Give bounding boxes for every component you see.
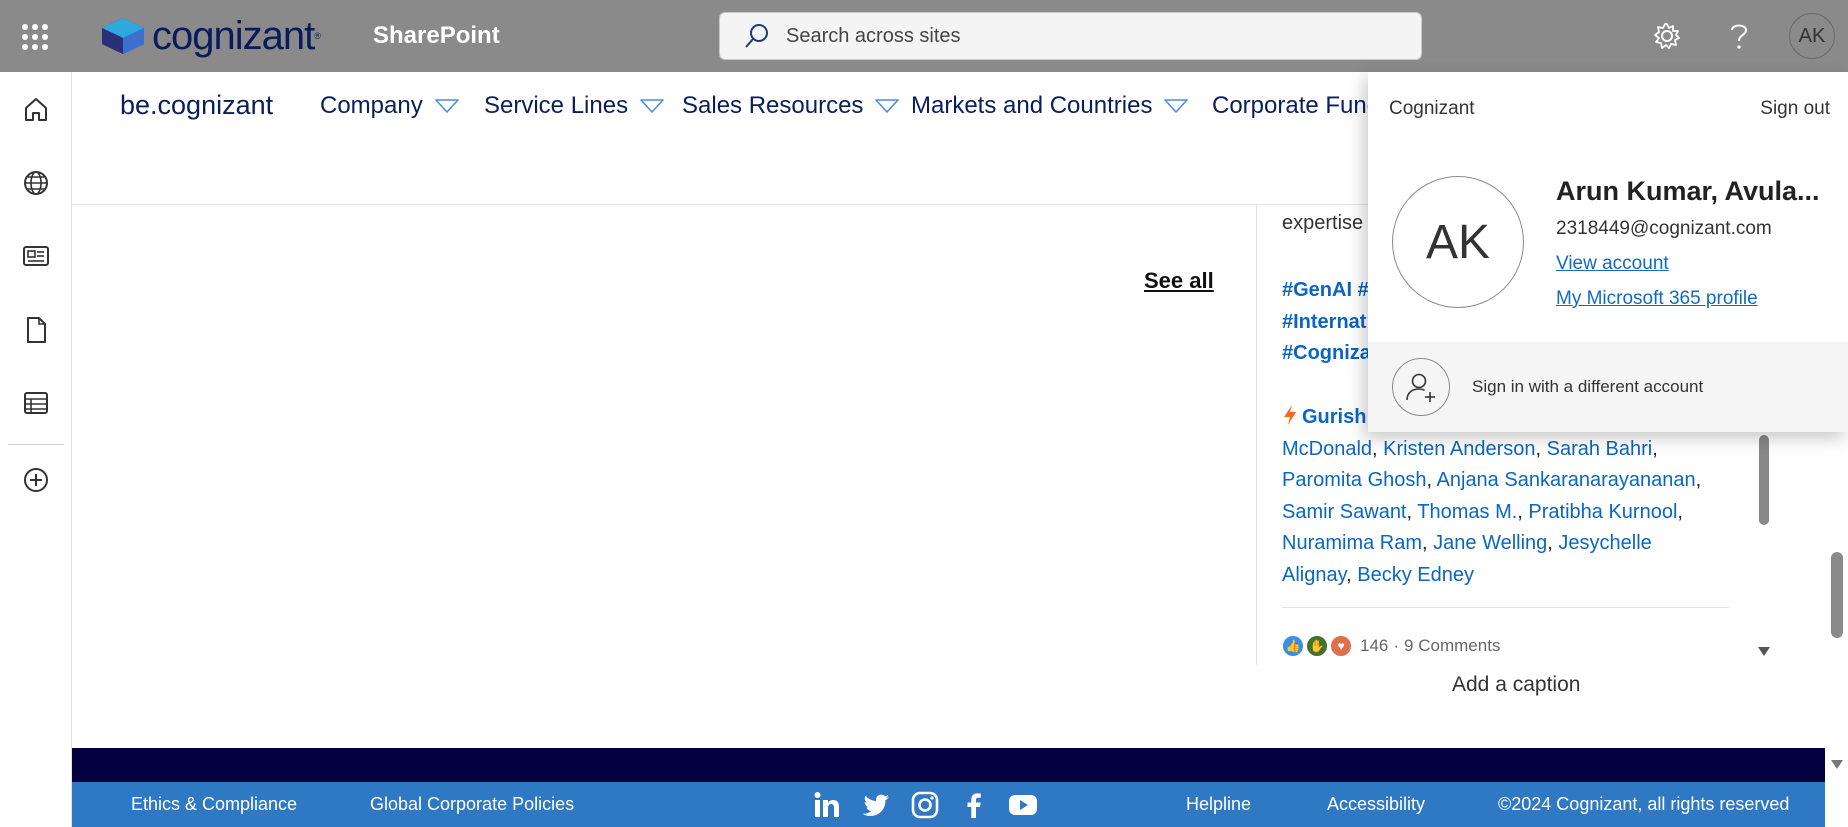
scroll-down-arrow-icon[interactable] — [1757, 645, 1771, 657]
cognizant-logo[interactable]: cognizant ® — [100, 14, 321, 58]
instagram-icon[interactable] — [910, 790, 940, 820]
cognizant-logo-mark-icon — [102, 18, 144, 54]
separator-dot: · — [1393, 636, 1400, 655]
nav-item-label: Company — [320, 92, 423, 119]
footer-link-policies[interactable]: Global Corporate Policies — [370, 794, 574, 815]
celebrate-reaction-icon: ✋ — [1306, 635, 1328, 657]
app-bar — [0, 72, 72, 827]
help-question-icon[interactable] — [1721, 18, 1757, 54]
comments-count[interactable]: 9 Comments — [1404, 636, 1500, 656]
home-icon[interactable] — [18, 91, 54, 127]
nav-item-label: Markets and Countries — [911, 92, 1153, 119]
view-account-link[interactable]: View account — [1556, 253, 1669, 275]
nav-item-label: Corporate Func — [1212, 92, 1379, 119]
mention-link[interactable]: Thomas M. — [1417, 501, 1517, 523]
lists-icon[interactable] — [18, 385, 54, 421]
mention-link[interactable]: Anjana Sankaranarayananan — [1437, 469, 1696, 491]
post-divider — [1282, 607, 1729, 608]
facebook-icon[interactable] — [959, 790, 989, 820]
search-icon — [745, 24, 768, 48]
love-reaction-icon: ♥ — [1330, 635, 1352, 657]
twitter-icon[interactable] — [861, 790, 891, 820]
caption-input[interactable]: Add a caption — [1452, 673, 1580, 697]
chevron-down-icon — [640, 99, 664, 113]
organization-name: Cognizant — [1389, 98, 1475, 119]
mention-link[interactable]: Alignay — [1282, 564, 1346, 586]
youtube-icon[interactable] — [1008, 790, 1038, 820]
mention-link[interactable]: Kristen Anderson — [1383, 438, 1535, 460]
mention-link[interactable]: McDonald — [1282, 438, 1372, 460]
suite-bar: cognizant ® SharePoint AK — [0, 0, 1848, 72]
nav-item-corporate-functions[interactable]: Corporate Func — [1212, 92, 1379, 120]
nav-item-sales-resources[interactable]: Sales Resources — [682, 92, 900, 120]
page-scroll-thumb[interactable] — [1831, 552, 1843, 638]
footer-band — [72, 748, 1825, 782]
account-avatar[interactable]: AK — [1789, 13, 1835, 59]
mention-link[interactable]: Becky Edney — [1357, 564, 1474, 586]
logo-trademark: ® — [314, 31, 321, 41]
chevron-down-icon — [875, 99, 900, 113]
mention-link[interactable]: Paromita Ghosh — [1282, 469, 1427, 491]
hub-site-title[interactable]: be.cognizant — [120, 90, 273, 121]
globe-icon[interactable] — [18, 165, 54, 201]
footer-copyright: ©2024 Cognizant, all rights reserved — [1498, 794, 1790, 814]
hashtag[interactable]: #Cognizа — [1282, 342, 1371, 364]
app-title[interactable]: SharePoint — [373, 22, 500, 50]
search-input[interactable] — [786, 24, 1386, 48]
post-reactions[interactable]: 👍 ✋ ♥ 146 · 9 Comments — [1282, 635, 1500, 657]
nav-item-markets-and-countries[interactable]: Markets and Countries — [911, 92, 1189, 120]
like-reaction-icon: 👍 — [1282, 635, 1304, 657]
account-flyout: Cognizant Sign out AK Arun Kumar, Avula.… — [1368, 72, 1848, 432]
settings-gear-icon[interactable] — [1649, 18, 1685, 54]
see-all-link[interactable]: See all — [1144, 268, 1214, 294]
mention-link[interactable]: Pratibha Kurnool — [1528, 501, 1677, 523]
mention-link[interactable]: Gurish — [1302, 406, 1366, 428]
page-scroll-down-icon[interactable] — [1830, 758, 1844, 770]
account-avatar-large: AK — [1392, 176, 1524, 308]
footer-link-helpline[interactable]: Helpline — [1186, 794, 1251, 815]
mention-link[interactable]: Jesychelle — [1558, 532, 1651, 554]
nav-item-label: Sales Resources — [682, 92, 864, 119]
logo-text: cognizant — [152, 13, 315, 58]
search-box[interactable] — [719, 12, 1422, 60]
app-bar-divider — [8, 444, 64, 445]
mention-link[interactable]: Nuramima Ram — [1282, 532, 1422, 554]
sign-in-different-account-button[interactable]: Sign in with a different account — [1368, 342, 1848, 432]
footer-link-accessibility[interactable]: Accessibility — [1327, 794, 1425, 815]
nav-item-company[interactable]: Company — [320, 92, 459, 120]
mention-link[interactable]: Jane Welling — [1433, 532, 1547, 554]
footer-link-ethics[interactable]: Ethics & Compliance — [131, 794, 297, 815]
nav-item-label: Service Lines — [484, 92, 629, 119]
lightning-icon — [1284, 405, 1296, 425]
nav-item-service-lines[interactable]: Service Lines — [484, 92, 664, 120]
account-display-name: Arun Kumar, Avula... — [1556, 176, 1820, 206]
mention-link[interactable]: Sarah Bahri — [1547, 438, 1653, 460]
add-person-icon — [1392, 358, 1450, 416]
hashtag[interactable]: #GenAI — [1282, 279, 1352, 301]
m365-profile-link[interactable]: My Microsoft 365 profile — [1556, 288, 1758, 310]
chevron-down-icon — [1164, 99, 1189, 113]
sign-out-button[interactable]: Sign out — [1760, 98, 1830, 120]
mention-link[interactable]: Samir Sawant — [1282, 501, 1407, 523]
app-launcher-icon[interactable] — [20, 22, 50, 52]
account-email: 2318449@cognizant.com — [1556, 218, 1772, 239]
hashtag[interactable]: #Internat — [1282, 311, 1366, 333]
post-scroll-thumb[interactable] — [1759, 435, 1769, 525]
create-add-icon[interactable] — [18, 462, 54, 498]
sign-in-different-account-label: Sign in with a different account — [1472, 377, 1704, 396]
news-icon[interactable] — [18, 238, 54, 274]
reactions-count: 146 — [1360, 636, 1389, 655]
footer: Ethics & Compliance Global Corporate Pol… — [72, 782, 1825, 827]
post-scrollbar[interactable] — [1756, 405, 1770, 660]
linkedin-icon[interactable] — [812, 790, 842, 820]
document-icon[interactable] — [18, 312, 54, 348]
chevron-down-icon — [434, 99, 459, 113]
